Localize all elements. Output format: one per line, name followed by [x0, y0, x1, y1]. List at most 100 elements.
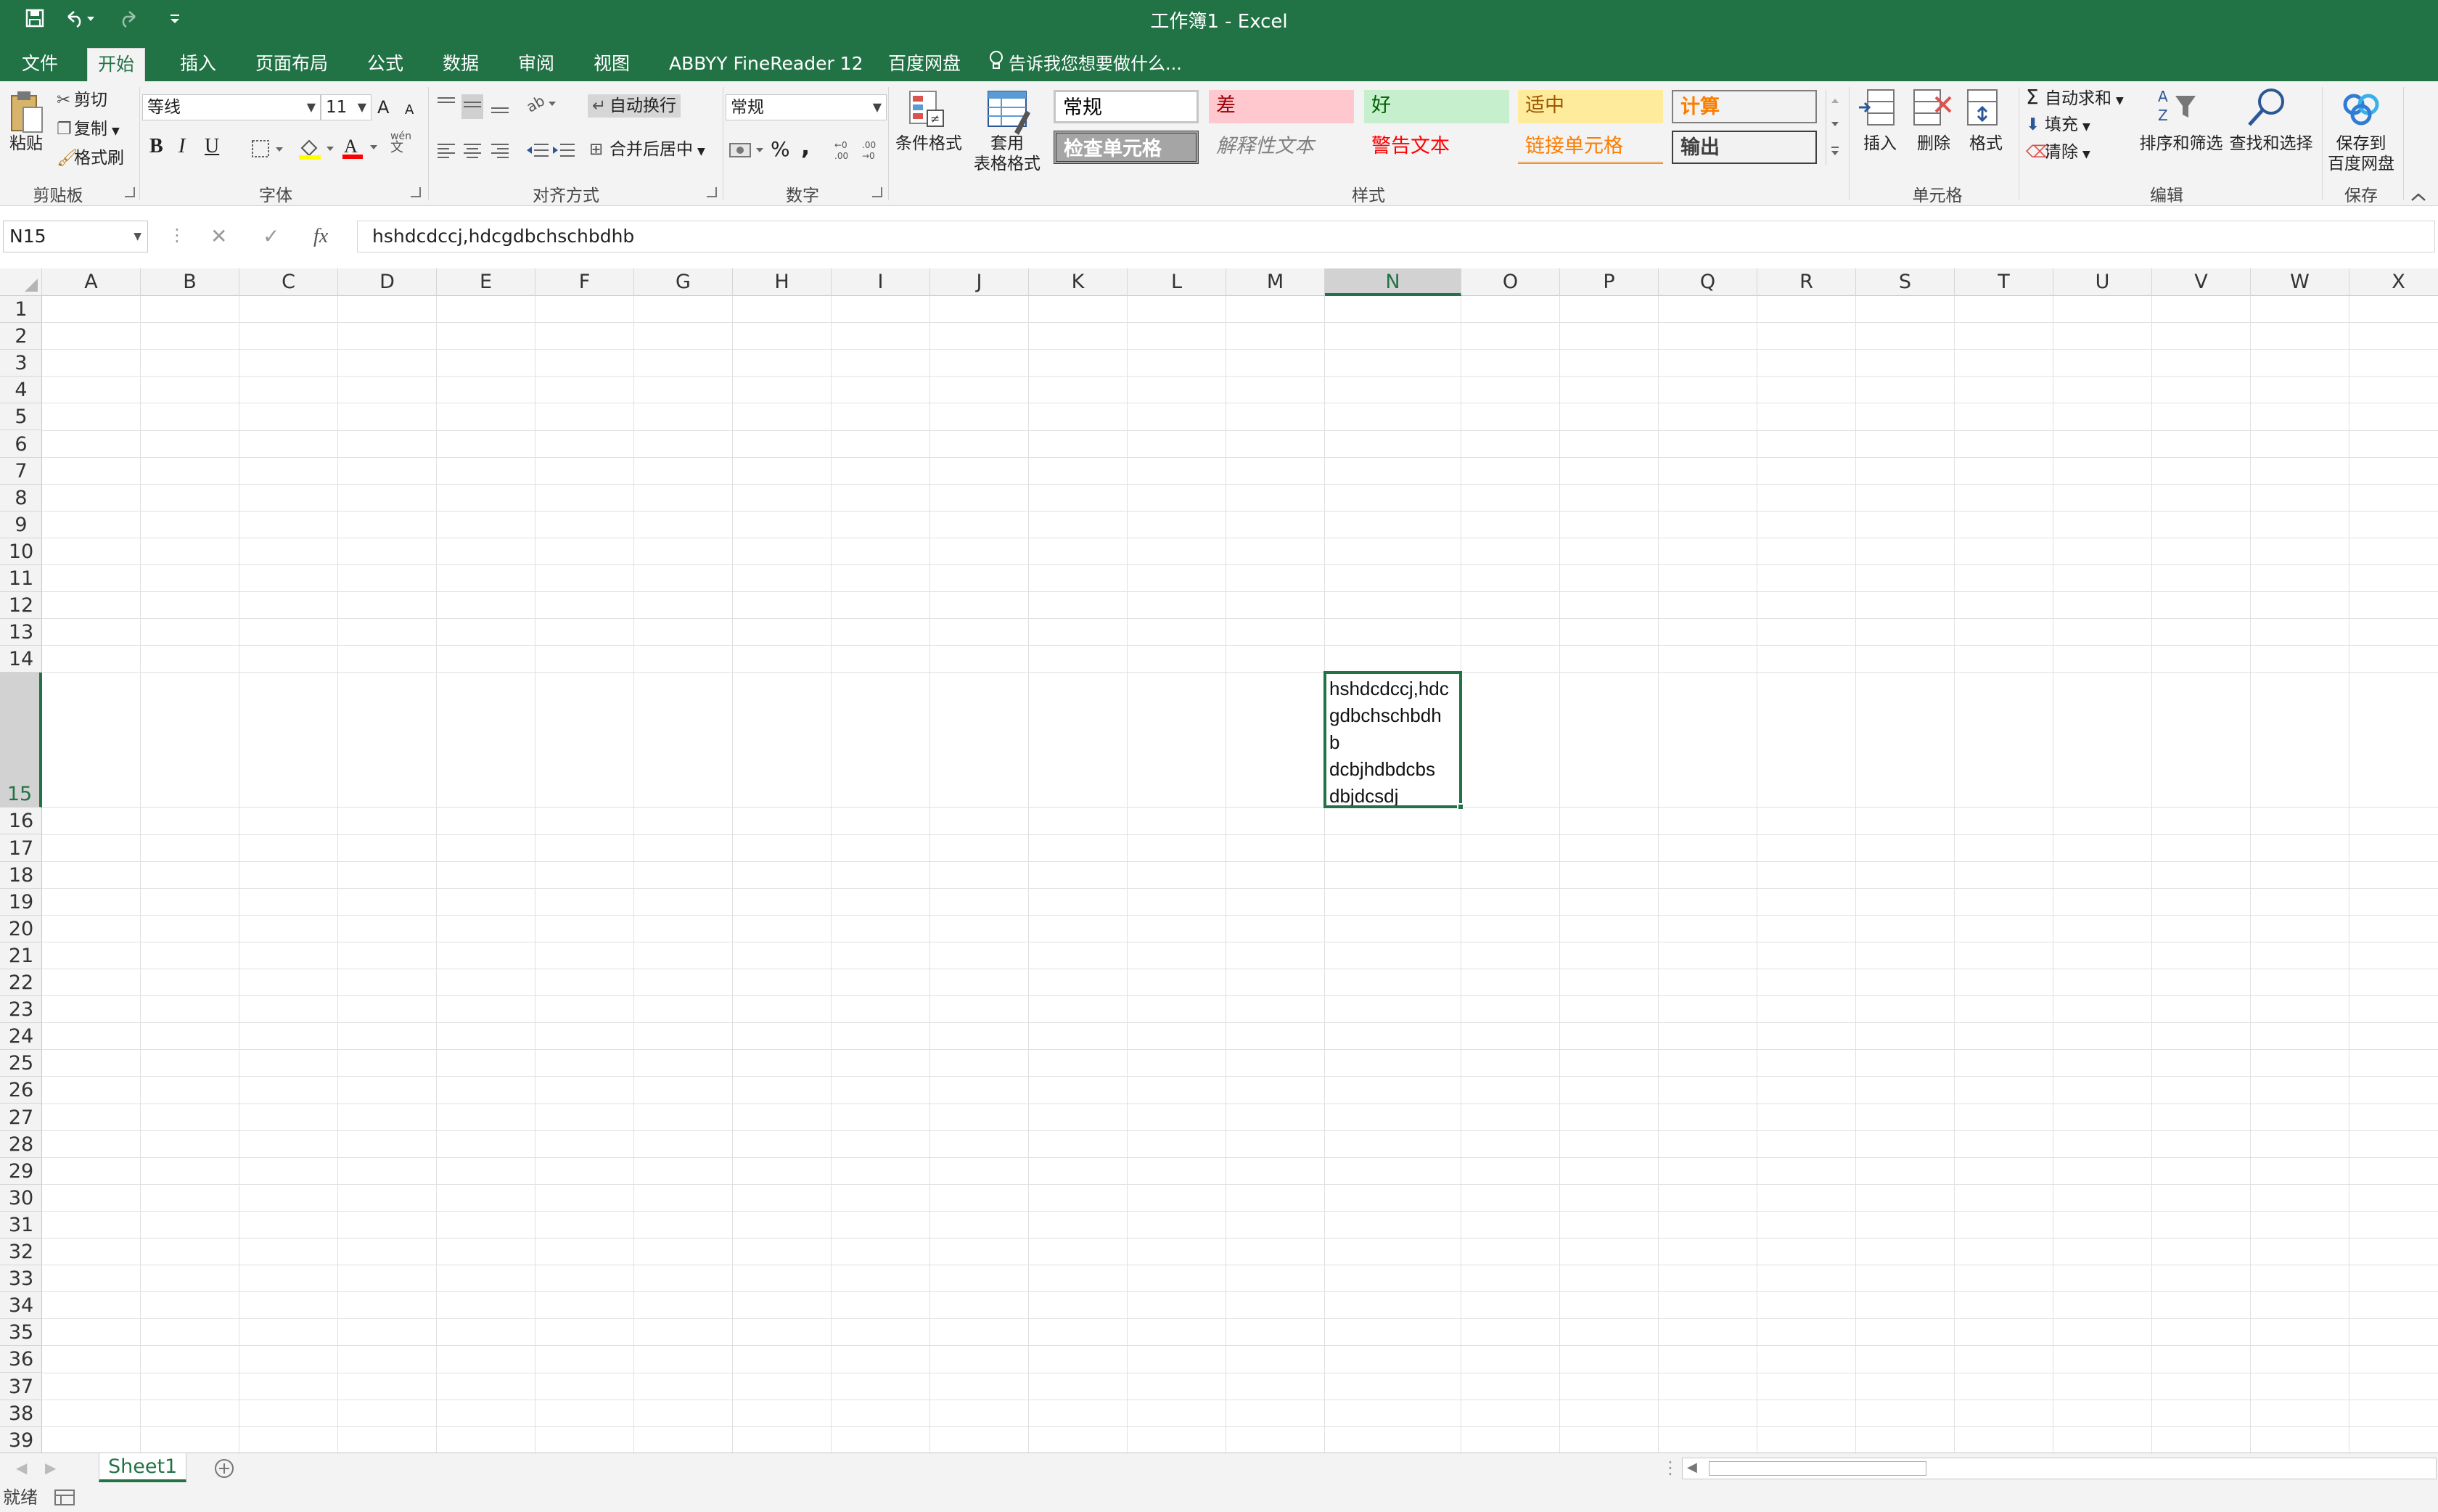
save-to-baidu-button[interactable]: 保存到 百度网盘	[2325, 133, 2397, 174]
style-good[interactable]: 好	[1364, 90, 1509, 123]
scroll-sheets-right-icon[interactable]: ▶	[45, 1459, 56, 1476]
column-header-t[interactable]: T	[1955, 268, 2053, 296]
row-header-6[interactable]: 6	[0, 431, 42, 458]
insert-cells-button[interactable]: 插入	[1855, 133, 1905, 154]
tab-home[interactable]: 开始	[87, 48, 146, 81]
row-header-17[interactable]: 17	[0, 835, 42, 862]
insert-cells-icon[interactable]	[1858, 87, 1898, 133]
italic-button[interactable]: I	[178, 135, 185, 158]
enter-icon[interactable]: ✓	[263, 225, 279, 248]
tab-formulas[interactable]: 公式	[357, 48, 414, 81]
row-header-22[interactable]: 22	[0, 969, 42, 997]
cut-button[interactable]: ✂ 剪切	[57, 89, 107, 112]
column-header-x[interactable]: X	[2349, 268, 2438, 296]
conditional-formatting-button[interactable]: 条件格式	[890, 133, 968, 154]
row-header-18[interactable]: 18	[0, 862, 42, 889]
row-header-20[interactable]: 20	[0, 916, 42, 942]
style-check-cell[interactable]: 检查单元格	[1054, 131, 1199, 164]
cancel-icon[interactable]: ✕	[210, 225, 227, 248]
select-all-corner[interactable]	[0, 268, 42, 296]
row-header-9[interactable]: 9	[0, 511, 42, 538]
clipboard-launcher-icon[interactable]	[125, 187, 135, 197]
comma-button[interactable]: ,	[801, 135, 810, 158]
row-header-35[interactable]: 35	[0, 1319, 42, 1347]
row-header-4[interactable]: 4	[0, 377, 42, 404]
merge-center-button[interactable]: ⊞ 合并后居中 ▼	[589, 138, 705, 163]
fill-button[interactable]: ⬇ 填充 ▼	[2026, 113, 2090, 139]
row-header-7[interactable]: 7	[0, 458, 42, 485]
row-header-36[interactable]: 36	[0, 1346, 42, 1373]
row-header-31[interactable]: 31	[0, 1212, 42, 1238]
row-header-12[interactable]: 12	[0, 592, 42, 620]
fill-color-icon[interactable]	[297, 136, 338, 163]
find-select-button[interactable]: 查找和选择	[2226, 133, 2316, 154]
sort-filter-icon[interactable]: AZ	[2154, 86, 2200, 133]
add-sheet-icon[interactable]	[213, 1458, 235, 1482]
name-box[interactable]: N15 ▼	[3, 221, 148, 252]
insert-function-icon[interactable]: fx	[313, 225, 328, 248]
tell-me-box[interactable]: 告诉我您想要做什么...	[988, 48, 1182, 81]
style-linked-cell[interactable]: 链接单元格	[1518, 131, 1663, 164]
styles-gallery-scroll[interactable]	[1826, 90, 1843, 165]
align-right-icon[interactable]	[489, 139, 511, 164]
column-header-f[interactable]: F	[535, 268, 634, 296]
tab-data[interactable]: 数据	[432, 48, 489, 81]
column-header-a[interactable]: A	[42, 268, 141, 296]
column-header-r[interactable]: R	[1757, 268, 1856, 296]
autosum-button[interactable]: Σ 自动求和 ▼	[2026, 86, 2124, 112]
row-header-10[interactable]: 10	[0, 538, 42, 565]
style-warning[interactable]: 警告文本	[1364, 131, 1509, 164]
row-header-8[interactable]: 8	[0, 485, 42, 511]
find-select-icon[interactable]	[2244, 86, 2290, 133]
format-cells-button[interactable]: 格式	[1961, 133, 2011, 154]
style-output[interactable]: 输出	[1672, 131, 1817, 164]
row-header-26[interactable]: 26	[0, 1077, 42, 1104]
column-header-h[interactable]: H	[733, 268, 832, 296]
row-header-19[interactable]: 19	[0, 889, 42, 916]
formula-options-icon[interactable]: ⋮	[168, 225, 186, 245]
row-header-28[interactable]: 28	[0, 1131, 42, 1158]
percent-button[interactable]: %	[771, 138, 790, 161]
column-header-s[interactable]: S	[1856, 268, 1955, 296]
tab-file[interactable]: 文件	[12, 48, 68, 81]
format-cells-icon[interactable]	[1965, 87, 2006, 133]
sheet-tab-sheet1[interactable]: Sheet1	[99, 1453, 187, 1482]
delete-cells-button[interactable]: 删除	[1908, 133, 1959, 154]
column-header-v[interactable]: V	[2152, 268, 2251, 296]
row-header-33[interactable]: 33	[0, 1265, 42, 1293]
row-header-29[interactable]: 29	[0, 1158, 42, 1185]
style-calculation[interactable]: 计算	[1672, 90, 1817, 123]
row-header-38[interactable]: 38	[0, 1400, 42, 1427]
clear-button[interactable]: ⌫清除 ▼	[2026, 141, 2090, 166]
style-explanatory[interactable]: 解释性文本	[1209, 131, 1354, 164]
fill-handle[interactable]	[1457, 803, 1464, 811]
row-header-32[interactable]: 32	[0, 1238, 42, 1266]
sort-filter-button[interactable]: 排序和筛选	[2136, 133, 2226, 154]
row-header-11[interactable]: 11	[0, 565, 42, 593]
row-header-23[interactable]: 23	[0, 996, 42, 1024]
column-header-o[interactable]: O	[1461, 268, 1560, 296]
format-painter-button[interactable]: 🖌格式刷	[57, 147, 124, 170]
row-header-1[interactable]: 1	[0, 296, 42, 324]
wrap-text-button[interactable]: ↵ 自动换行	[588, 94, 681, 118]
format-as-table-button[interactable]: 套用 表格格式	[966, 133, 1048, 174]
active-cell[interactable]: hshdcdccj,hdc gdbchschbdh b dcbjhdbdcbs dbjd…	[1323, 671, 1462, 809]
decrease-decimal-icon[interactable]: .00 →0	[861, 139, 885, 164]
orientation-icon[interactable]: ab	[523, 91, 557, 118]
row-header-37[interactable]: 37	[0, 1373, 42, 1400]
grow-font-button[interactable]: A	[377, 96, 389, 119]
column-header-w[interactable]: W	[2251, 268, 2349, 296]
decrease-indent-icon[interactable]	[525, 139, 550, 164]
font-size-combo[interactable]: 11 ▼	[321, 94, 372, 120]
tab-abbyy[interactable]: ABBYY FineReader 12	[659, 48, 874, 81]
formula-input[interactable]: hshdcdccj,hdcgdbchschbdhb	[357, 221, 2435, 252]
delete-cells-icon[interactable]	[1911, 87, 1955, 133]
style-neutral[interactable]: 适中	[1518, 90, 1663, 123]
font-launcher-icon[interactable]	[411, 187, 421, 197]
row-header-2[interactable]: 2	[0, 323, 42, 350]
column-header-k[interactable]: K	[1029, 268, 1128, 296]
macro-record-icon[interactable]	[54, 1489, 75, 1509]
alignment-launcher-icon[interactable]	[707, 187, 717, 197]
column-header-m[interactable]: M	[1226, 268, 1325, 296]
row-header-24[interactable]: 24	[0, 1023, 42, 1051]
